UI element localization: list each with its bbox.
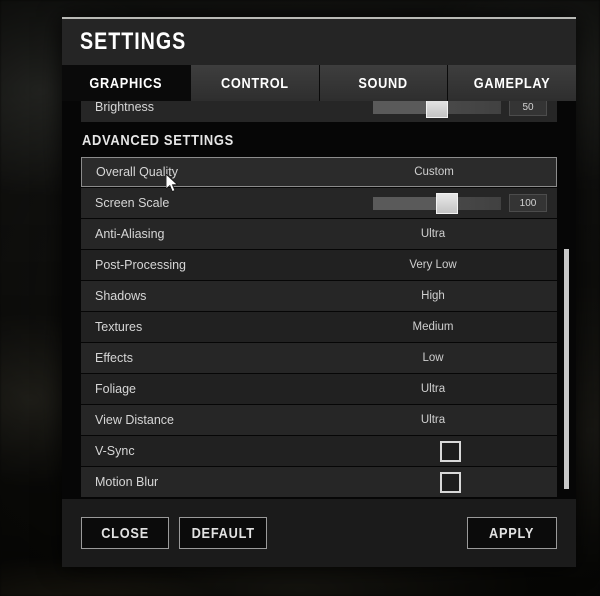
setting-label: Brightness	[95, 101, 155, 114]
setting-label: V-Sync	[95, 444, 135, 458]
setting-row-screen-scale[interactable]: Screen Scale 100	[81, 188, 557, 218]
section-heading-label: ADVANCED SETTINGS	[82, 132, 234, 149]
dialog-footer: CLOSE DEFAULT APPLY	[62, 499, 576, 567]
setting-row-overall-quality[interactable]: Overall Quality Custom	[81, 157, 557, 187]
setting-value: Very Low	[409, 259, 457, 271]
setting-label: Shadows	[95, 289, 147, 303]
setting-value: Medium	[412, 321, 454, 333]
setting-row-vsync[interactable]: V-Sync	[81, 436, 557, 466]
screen-scale-value-box: 100	[509, 194, 547, 212]
settings-scroll-area[interactable]: Brightness 50 ADVANCED SETTINGS Overall …	[62, 101, 576, 501]
scrollbar-track[interactable]	[564, 101, 569, 501]
tab-bar: GRAPHICS CONTROL SOUND GAMEPLAY	[62, 65, 576, 101]
setting-label: Effects	[95, 351, 133, 365]
setting-row-view-distance[interactable]: View Distance Ultra	[81, 405, 557, 435]
tab-sound-label: SOUND	[358, 74, 409, 92]
setting-label: View Distance	[95, 413, 174, 427]
tab-gameplay-label: GAMEPLAY	[473, 74, 551, 92]
tab-gameplay[interactable]: GAMEPLAY	[448, 65, 576, 101]
setting-value: Ultra	[420, 228, 446, 240]
tab-graphics-label: GRAPHICS	[89, 74, 163, 92]
setting-row-shadows[interactable]: Shadows High	[81, 281, 557, 311]
tab-sound[interactable]: SOUND	[319, 65, 449, 101]
tab-control[interactable]: CONTROL	[190, 65, 320, 101]
setting-label: Foliage	[95, 382, 136, 396]
setting-label: Screen Scale	[95, 196, 170, 210]
default-button[interactable]: DEFAULT	[179, 517, 267, 549]
setting-row-anti-aliasing[interactable]: Anti-Aliasing Ultra	[81, 219, 557, 249]
setting-label: Anti-Aliasing	[95, 227, 165, 241]
setting-row-effects[interactable]: Effects Low	[81, 343, 557, 373]
close-button[interactable]: CLOSE	[81, 517, 169, 549]
setting-label: Textures	[95, 320, 143, 334]
setting-label: Post-Processing	[95, 258, 187, 272]
close-button-label: CLOSE	[101, 524, 149, 542]
setting-value: Custom	[414, 166, 454, 178]
setting-label: Overall Quality	[96, 165, 178, 179]
setting-row-post-processing[interactable]: Post-Processing Very Low	[81, 250, 557, 280]
settings-dialog: SETTINGS GRAPHICS CONTROL SOUND GAMEPLAY…	[62, 17, 576, 567]
tab-control-label: CONTROL	[220, 74, 289, 92]
setting-row-brightness[interactable]: Brightness 50	[81, 101, 557, 122]
default-button-label: DEFAULT	[191, 524, 255, 542]
vsync-checkbox[interactable]	[440, 440, 461, 462]
setting-row-motion-blur[interactable]: Motion Blur	[81, 467, 557, 497]
motion-blur-checkbox[interactable]	[440, 471, 461, 493]
tab-graphics[interactable]: GRAPHICS	[62, 65, 191, 101]
slider-handle[interactable]	[436, 192, 459, 214]
setting-row-textures[interactable]: Textures Medium	[81, 312, 557, 342]
setting-value: High	[421, 290, 445, 302]
section-heading-advanced: ADVANCED SETTINGS	[81, 123, 557, 157]
setting-value: Low	[422, 352, 444, 364]
page-title: SETTINGS	[80, 28, 187, 55]
dialog-title-bar: SETTINGS	[62, 19, 576, 65]
screen-scale-slider[interactable]	[373, 192, 501, 214]
brightness-value-box: 50	[509, 101, 547, 116]
brightness-slider[interactable]	[373, 101, 501, 118]
scrollbar-thumb[interactable]	[564, 249, 569, 489]
setting-label: Motion Blur	[95, 475, 159, 489]
setting-value: Ultra	[420, 414, 446, 426]
apply-button-label: APPLY	[489, 524, 535, 542]
setting-value: Ultra	[420, 383, 446, 395]
setting-row-foliage[interactable]: Foliage Ultra	[81, 374, 557, 404]
slider-handle[interactable]	[426, 101, 448, 118]
apply-button[interactable]: APPLY	[467, 517, 557, 549]
